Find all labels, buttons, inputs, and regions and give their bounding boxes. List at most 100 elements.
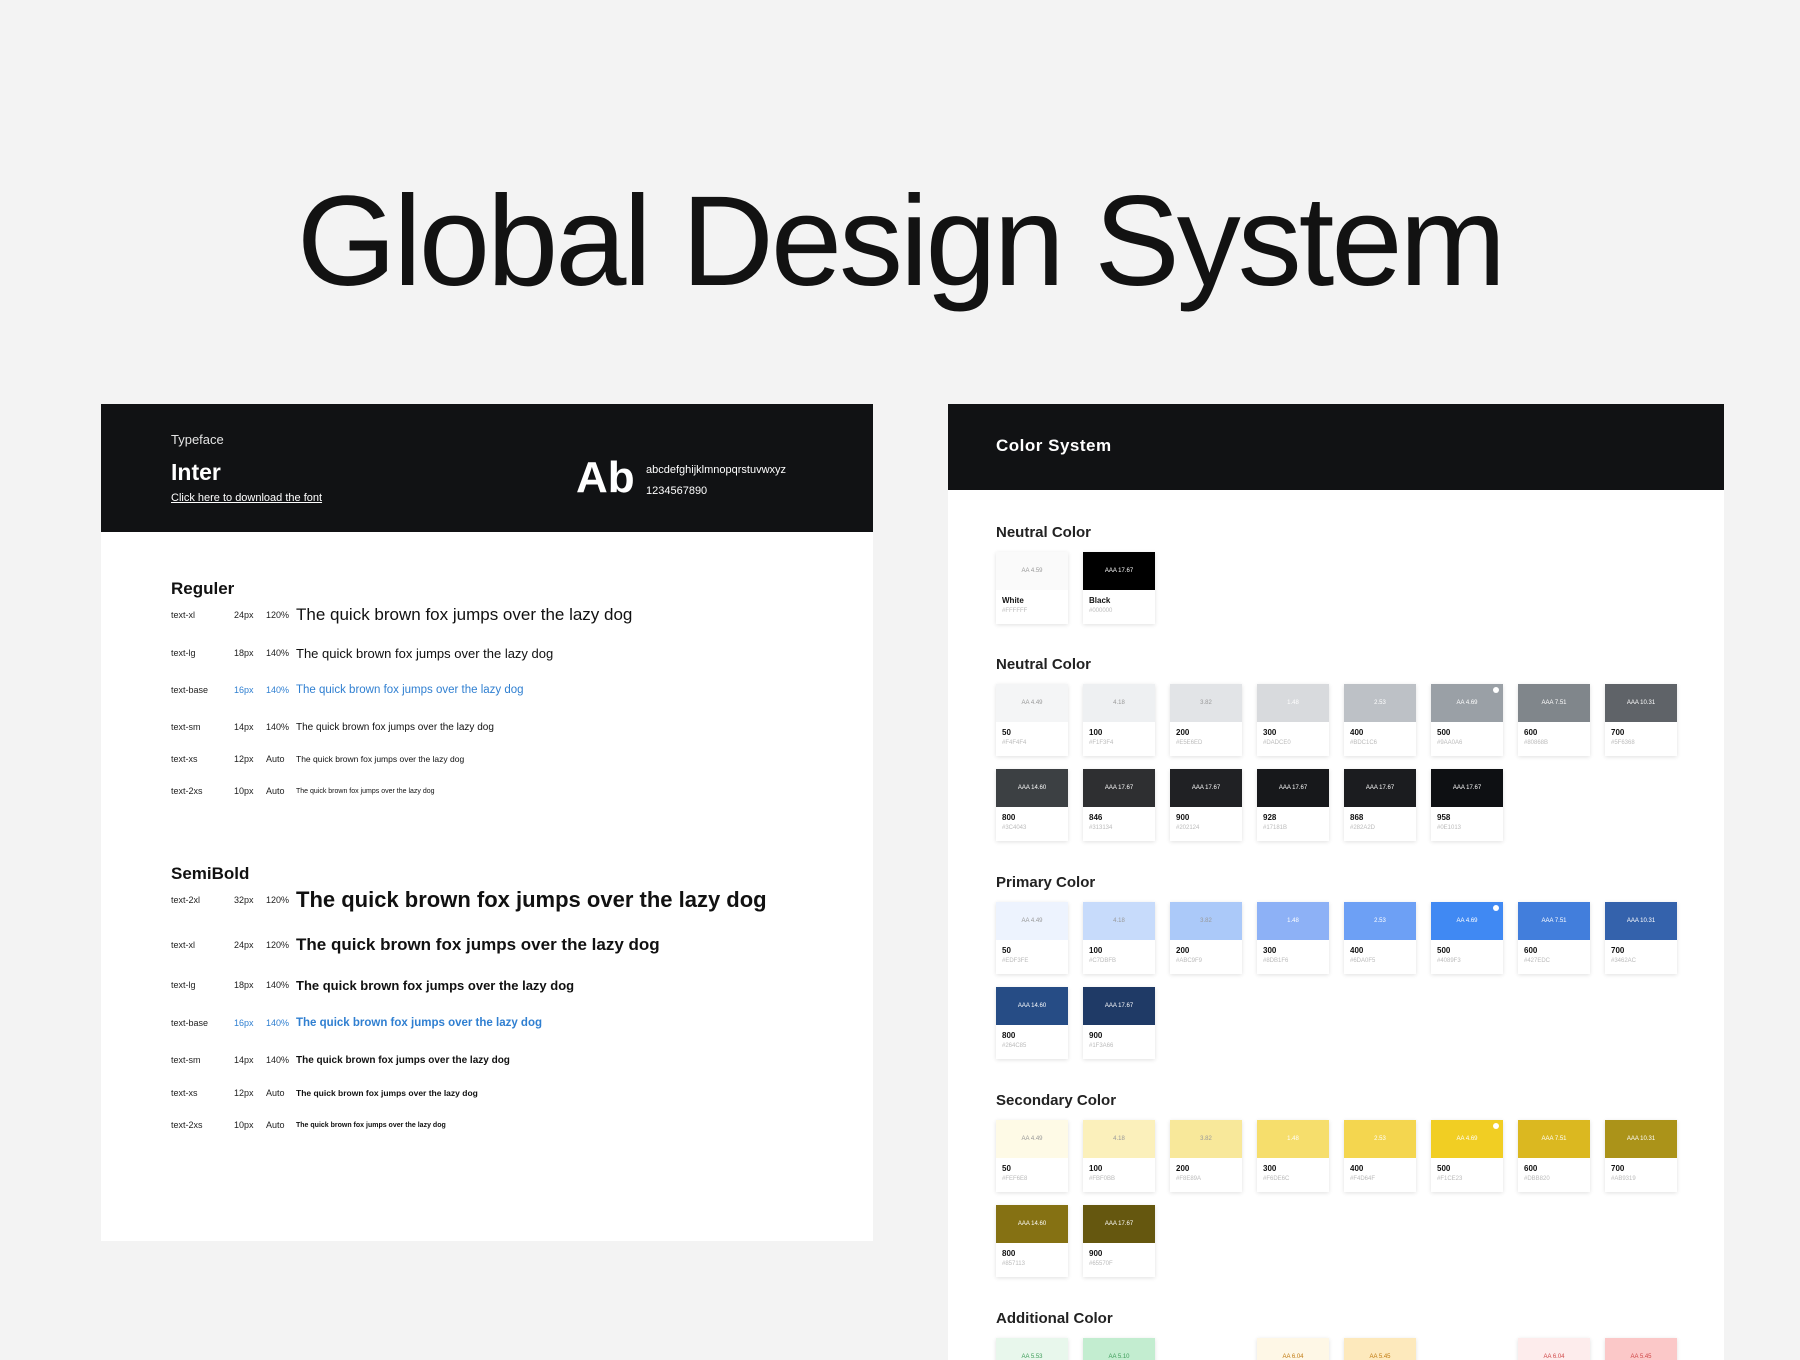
typeface-label: Typeface xyxy=(171,432,224,447)
regular-section: Reguler text-xl 24px 120% The quick brown f… xyxy=(171,579,843,819)
color-swatch[interactable]: 4.18 100 #F1F3F4 xyxy=(1083,684,1155,756)
color-swatch[interactable]: 4.18 100 #FBF0BB xyxy=(1083,1120,1155,1192)
color-swatch[interactable]: AAA 7.51 600 #427EDC xyxy=(1518,902,1590,974)
typeface-name: Inter xyxy=(171,459,221,485)
swatch-name: 400 xyxy=(1350,1164,1364,1173)
type-line-height: Auto xyxy=(266,786,285,796)
color-swatch[interactable]: AAA 7.51 600 #DBB820 xyxy=(1518,1120,1590,1192)
color-swatch[interactable]: 2.53 400 #6DA0F5 xyxy=(1344,902,1416,974)
color-chip: AAA 17.67 xyxy=(1257,769,1329,807)
type-line-height: 140% xyxy=(266,980,290,990)
type-token: text-xs xyxy=(171,754,198,764)
swatch-name: 400 xyxy=(1350,946,1364,955)
swatch-name: 900 xyxy=(1089,1031,1103,1040)
contrast-badge: AA 4.69 xyxy=(1456,1136,1478,1142)
color-chip: AAA 7.51 xyxy=(1518,902,1590,940)
color-swatch[interactable]: AA 4.69 500 #F1CE23 xyxy=(1431,1120,1503,1192)
swatch-hex: #857113 xyxy=(1002,1261,1025,1267)
color-swatch[interactable]: AAA 10.31 700 #3462AC xyxy=(1605,902,1677,974)
contrast-badge: AAA 17.67 xyxy=(1104,785,1134,791)
color-swatch[interactable]: AAA 10.31 700 #5F6368 xyxy=(1605,684,1677,756)
color-chip: 4.18 xyxy=(1083,902,1155,940)
color-swatch[interactable]: AAA 17.67 958 #0E1013 xyxy=(1431,769,1503,841)
contrast-badge: 1.48 xyxy=(1287,1136,1299,1142)
color-swatch[interactable]: 1.48 300 #8DB1F6 xyxy=(1257,902,1329,974)
swatch-hex: #4089F3 xyxy=(1437,958,1461,964)
contrast-badge: AA 4.49 xyxy=(1021,918,1043,924)
type-row: text-base 16px 140% The quick brown fox jum… xyxy=(171,675,843,705)
swatch-name: 868 xyxy=(1350,813,1364,822)
color-swatch[interactable]: AAA 17.67 868 #282A2D xyxy=(1344,769,1416,841)
color-chip: AA 5.53 xyxy=(996,1338,1068,1360)
color-swatch[interactable]: AAA 17.67 846 #313134 xyxy=(1083,769,1155,841)
contrast-badge: AA 6.04 xyxy=(1282,1354,1304,1360)
type-row: text-xs 12px Auto The quick brown fox jumps… xyxy=(171,744,843,774)
color-swatch[interactable]: AA 4.69 500 #9AA0A6 xyxy=(1431,684,1503,756)
color-swatch[interactable]: AAA 10.31 700 #AB9319 xyxy=(1605,1120,1677,1192)
color-swatch[interactable]: 4.18 100 #C7DBFB xyxy=(1083,902,1155,974)
color-swatch[interactable]: AAA 7.51 600 #80868B xyxy=(1518,684,1590,756)
type-row: text-2xs 10px Auto The quick brown fox jump… xyxy=(171,1110,843,1140)
type-line-height: Auto xyxy=(266,754,285,764)
color-swatch[interactable]: AAA 17.67 900 #202124 xyxy=(1170,769,1242,841)
color-swatch[interactable]: AAA 14.60 800 #3C4043 xyxy=(996,769,1068,841)
color-chip: AAA 17.67 xyxy=(1083,769,1155,807)
type-row: text-sm 14px 140% The quick brown fox jumps… xyxy=(171,1045,843,1075)
color-swatch[interactable]: AAA 17.67 900 #65570F xyxy=(1083,1205,1155,1277)
alphabet-sample: abcdefghijklmnopqrstuvwxyz xyxy=(646,464,787,476)
color-chip: AAA 17.67 xyxy=(1344,769,1416,807)
color-chip: AAA 17.67 xyxy=(1431,769,1503,807)
contrast-badge: AAA 10.31 xyxy=(1626,700,1656,706)
color-swatch[interactable]: AA 6.04 xyxy=(1518,1338,1590,1360)
swatch-name: 600 xyxy=(1524,728,1538,737)
color-swatch[interactable]: AA 4.49 50 #EDF3FE xyxy=(996,902,1068,974)
color-swatch[interactable]: 3.82 200 #F8E89A xyxy=(1170,1120,1242,1192)
color-chip: AAA 14.60 xyxy=(996,987,1068,1025)
color-swatch[interactable]: 2.53 400 #BDC1C6 xyxy=(1344,684,1416,756)
color-swatch[interactable]: 3.82 200 #E5E6ED xyxy=(1170,684,1242,756)
color-chip: AAA 14.60 xyxy=(996,1205,1068,1243)
swatch-name: 700 xyxy=(1611,1164,1625,1173)
type-token: text-sm xyxy=(171,722,201,732)
color-swatch[interactable]: AAA 14.60 800 #857113 xyxy=(996,1205,1068,1277)
color-swatch[interactable]: 1.48 300 #F6DE6C xyxy=(1257,1120,1329,1192)
swatch-name: 200 xyxy=(1176,1164,1190,1173)
color-swatch[interactable]: AA 4.59 White #FFFFFF xyxy=(996,552,1068,624)
type-line-height: 120% xyxy=(266,940,290,950)
color-swatch[interactable]: AA 5.10 xyxy=(1083,1338,1155,1360)
type-sample: The quick brown fox jumps over the lazy … xyxy=(296,754,465,764)
contrast-badge: AA 4.59 xyxy=(1021,568,1043,574)
color-swatch[interactable]: AA 4.49 50 #F4F4F4 xyxy=(996,684,1068,756)
color-swatch[interactable]: AA 4.49 50 #FEF6E8 xyxy=(996,1120,1068,1192)
color-swatch[interactable]: AA 4.69 500 #4089F3 xyxy=(1431,902,1503,974)
swatch-name: White xyxy=(1002,596,1024,605)
download-font-link[interactable]: Click here to download the font xyxy=(171,492,322,504)
color-chip: AA 4.69 xyxy=(1431,902,1503,940)
sample-glyph: Ab xyxy=(576,453,635,502)
color-swatch[interactable]: AA 5.53 xyxy=(996,1338,1068,1360)
selected-dot-icon xyxy=(1493,1123,1499,1129)
swatch-name: 50 xyxy=(1002,1164,1011,1173)
color-swatch[interactable]: AA 6.04 xyxy=(1257,1338,1329,1360)
swatch-hex: #65570F xyxy=(1089,1261,1113,1267)
color-swatch[interactable]: AAA 14.60 800 #264C85 xyxy=(996,987,1068,1059)
color-swatch[interactable]: AAA 17.67 928 #17181B xyxy=(1257,769,1329,841)
color-swatch[interactable]: AA 5.45 xyxy=(1344,1338,1416,1360)
color-swatch[interactable]: AAA 17.67 900 #1F3A66 xyxy=(1083,987,1155,1059)
color-swatch[interactable]: AA 5.45 xyxy=(1605,1338,1677,1360)
swatch-hex: #BDC1C6 xyxy=(1350,740,1378,746)
color-swatch[interactable]: AAA 17.67 Black #000000 xyxy=(1083,552,1155,624)
color-swatch[interactable]: 2.53 400 #F4D64F xyxy=(1344,1120,1416,1192)
color-chip: 2.53 xyxy=(1344,1120,1416,1158)
type-size: 14px xyxy=(234,1055,254,1065)
contrast-badge: AA 4.49 xyxy=(1021,700,1043,706)
color-swatch[interactable]: 1.48 300 #DADCE0 xyxy=(1257,684,1329,756)
color-group-title: Primary Color xyxy=(996,874,1096,891)
contrast-badge: AA 6.04 xyxy=(1543,1354,1565,1360)
swatch-name: 200 xyxy=(1176,728,1190,737)
contrast-badge: AA 5.45 xyxy=(1630,1354,1652,1360)
color-system-title: Color System xyxy=(996,436,1112,455)
contrast-badge: 1.48 xyxy=(1287,700,1299,706)
color-swatch[interactable]: 3.82 200 #ABC9F9 xyxy=(1170,902,1242,974)
semibold-section: SemiBold text-2xl 32px 120% The quick brown… xyxy=(171,864,843,1164)
